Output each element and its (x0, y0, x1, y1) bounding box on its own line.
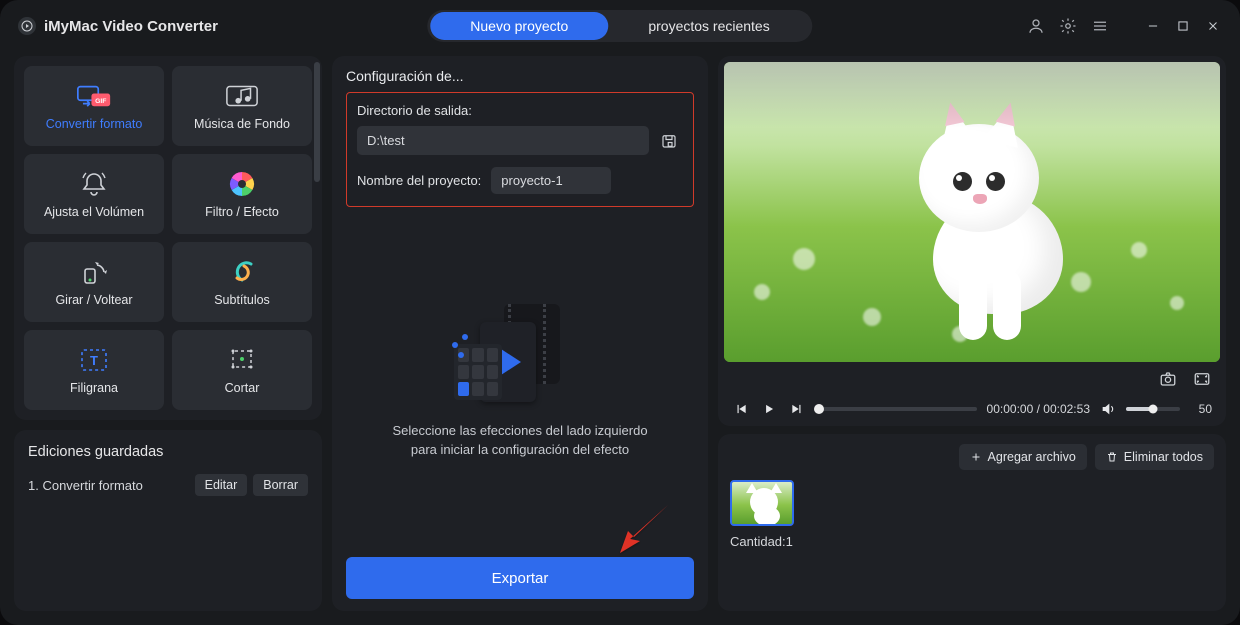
tool-label: Ajusta el Volúmen (44, 205, 144, 219)
convert-format-icon: GIF (77, 81, 111, 111)
output-dir-input[interactable] (357, 126, 649, 155)
tool-rotate-flip[interactable]: Girar / Voltear (24, 242, 164, 322)
window-maximize-icon[interactable] (1174, 17, 1192, 35)
folder-save-icon (660, 132, 678, 150)
output-dir-label: Directorio de salida: (357, 103, 683, 118)
config-title: Configuración de... (346, 68, 694, 84)
saved-edit-label: 1. Convertir formato (28, 478, 143, 493)
tool-label: Filtro / Efecto (205, 205, 279, 219)
file-thumbnail[interactable] (730, 480, 794, 526)
tool-label: Subtítulos (214, 293, 270, 307)
titlebar: iMyMac Video Converter Nuevo proyecto pr… (0, 0, 1240, 52)
crop-icon (225, 345, 259, 375)
tool-filter-effect[interactable]: Filtro / Efecto (172, 154, 312, 234)
next-button[interactable] (788, 400, 806, 418)
tool-convert-format[interactable]: GIF Convertir formato (24, 66, 164, 146)
export-button[interactable]: Exportar (346, 557, 694, 599)
tool-label: Cortar (225, 381, 260, 395)
saved-edits-panel: Ediciones guardadas 1. Convertir formato… (14, 430, 322, 611)
volume-value: 50 (1190, 402, 1212, 416)
remove-all-button[interactable]: Eliminar todos (1095, 444, 1214, 470)
saved-delete-button[interactable]: Borrar (253, 474, 308, 496)
color-wheel-icon (225, 169, 259, 199)
tool-watermark[interactable]: T Filigrana (24, 330, 164, 410)
app-logo-icon (18, 17, 36, 35)
sidebar: GIF Convertir formato (14, 56, 322, 611)
time-display: 00:00:00 / 00:02:53 (987, 402, 1090, 416)
tool-adjust-volume[interactable]: Ajusta el Volúmen (24, 154, 164, 234)
app-logo: iMyMac Video Converter (18, 17, 218, 35)
tool-crop[interactable]: Cortar (172, 330, 312, 410)
snapshot-icon[interactable] (1156, 368, 1180, 390)
plus-icon (970, 451, 982, 463)
effect-placeholder: Seleccione las efecciones del lado izqui… (346, 207, 694, 557)
saved-edit-button[interactable]: Editar (195, 474, 248, 496)
placeholder-illustration-icon (450, 304, 590, 404)
window-minimize-icon[interactable] (1144, 17, 1162, 35)
project-name-label: Nombre del proyecto: (357, 173, 481, 188)
files-panel: Agregar archivo Eliminar todos Cantidad:… (718, 434, 1226, 611)
rotate-icon (77, 257, 111, 287)
music-icon (225, 81, 259, 111)
config-panel: Configuración de... Directorio de salida… (332, 56, 708, 611)
svg-text:T: T (90, 353, 98, 368)
seek-bar[interactable] (816, 407, 977, 411)
project-name-input[interactable] (491, 167, 611, 194)
play-button[interactable] (760, 400, 778, 418)
add-file-button[interactable]: Agregar archivo (959, 444, 1087, 470)
trash-icon (1106, 451, 1118, 463)
output-settings-highlight: Directorio de salida: Nombre del proyect… (346, 92, 694, 207)
window-close-icon[interactable] (1204, 17, 1222, 35)
app-title: iMyMac Video Converter (44, 18, 218, 35)
menu-icon[interactable] (1090, 16, 1110, 36)
preview-column: 00:00:00 / 00:02:53 50 Agregar archivo E… (718, 56, 1226, 611)
browse-folder-button[interactable] (655, 127, 683, 155)
volume-slider[interactable] (1126, 407, 1180, 411)
tool-background-music[interactable]: Música de Fondo (172, 66, 312, 146)
project-tabs: Nuevo proyecto proyectos recientes (427, 10, 812, 42)
tool-label: Girar / Voltear (55, 293, 132, 307)
placeholder-text: Seleccione las efecciones del lado izqui… (392, 422, 647, 460)
tool-scrollbar[interactable] (314, 62, 320, 182)
saved-edit-row: 1. Convertir formato Editar Borrar (28, 474, 308, 496)
watermark-icon: T (77, 345, 111, 375)
account-icon[interactable] (1026, 16, 1046, 36)
tool-panel: GIF Convertir formato (14, 56, 322, 420)
tab-new-project[interactable]: Nuevo proyecto (430, 12, 608, 40)
tab-recent-projects[interactable]: proyectos recientes (608, 12, 809, 40)
prev-button[interactable] (732, 400, 750, 418)
subtitles-icon (225, 257, 259, 287)
player-controls: 00:00:00 / 00:02:53 50 (724, 396, 1220, 420)
video-preview[interactable] (724, 62, 1220, 362)
saved-edits-title: Ediciones guardadas (28, 444, 308, 460)
tool-subtitles[interactable]: Subtítulos (172, 242, 312, 322)
app-window: iMyMac Video Converter Nuevo proyecto pr… (0, 0, 1240, 625)
svg-text:GIF: GIF (95, 98, 106, 105)
tool-label: Convertir formato (46, 117, 143, 131)
tool-label: Filigrana (70, 381, 118, 395)
file-count: Cantidad:1 (730, 534, 1214, 549)
bell-icon (77, 169, 111, 199)
fullscreen-icon[interactable] (1190, 368, 1214, 390)
volume-icon[interactable] (1100, 401, 1116, 417)
settings-gear-icon[interactable] (1058, 16, 1078, 36)
tool-label: Música de Fondo (194, 117, 290, 131)
preview-panel: 00:00:00 / 00:02:53 50 (718, 56, 1226, 426)
